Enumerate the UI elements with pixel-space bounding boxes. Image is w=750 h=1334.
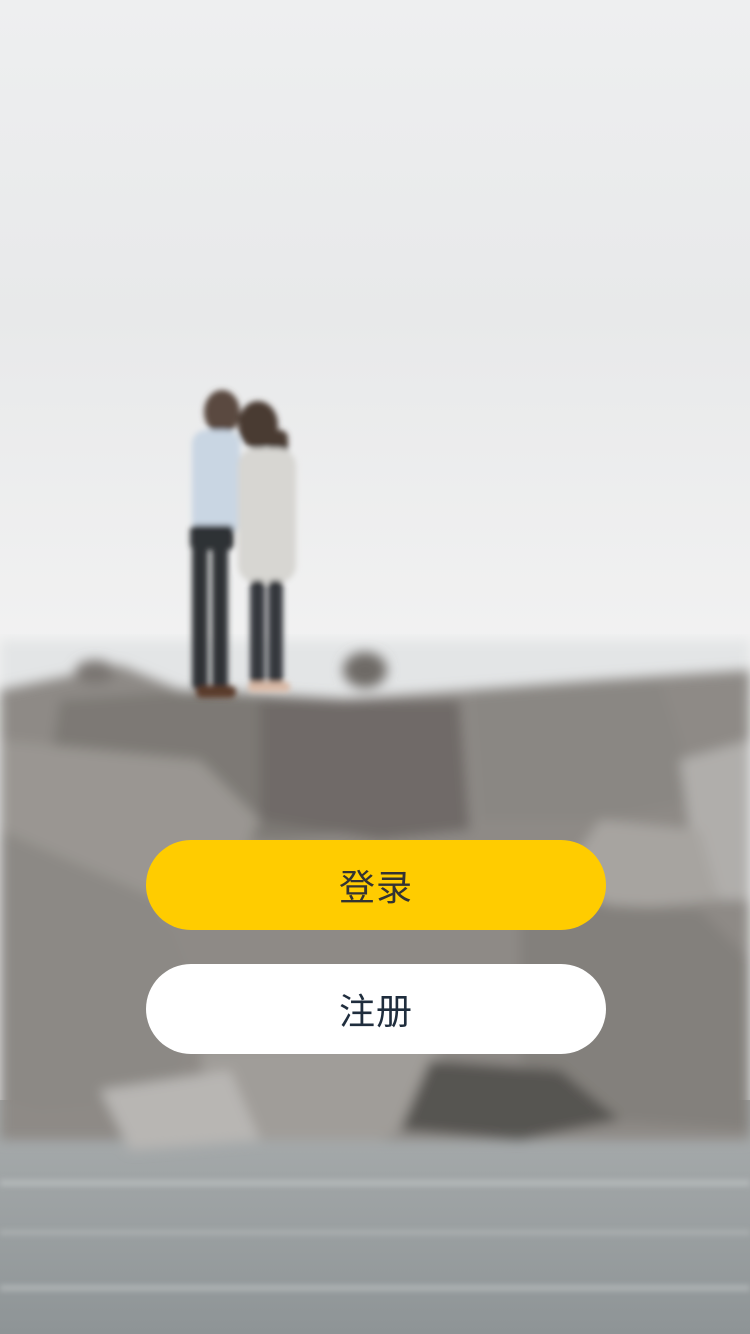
- background-photo: [0, 0, 750, 1334]
- login-screen: 登录 注册: [0, 0, 750, 1334]
- register-button[interactable]: 注册: [146, 964, 606, 1054]
- login-button[interactable]: 登录: [146, 840, 606, 930]
- sky: [0, 0, 750, 700]
